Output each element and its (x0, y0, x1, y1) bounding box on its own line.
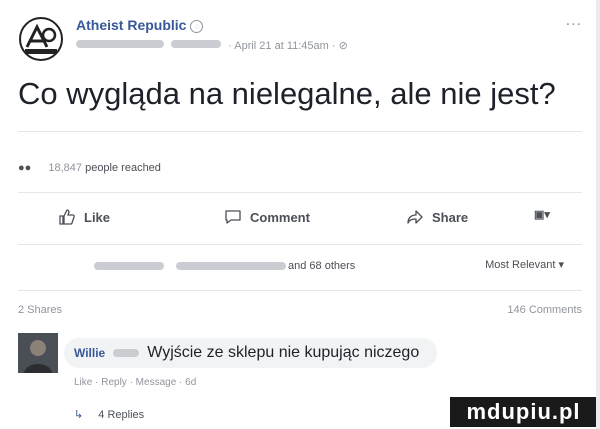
post-card: Atheist Republic ◌ · April 21 at 11:45am … (0, 0, 600, 429)
post-stats: 2 Shares 146 Comments (18, 304, 582, 316)
commenter-avatar[interactable] (18, 333, 58, 373)
reach-label: people reached (85, 162, 161, 174)
more-options-icon[interactable]: ... (566, 12, 582, 30)
privacy-icon: · ⊘ (331, 40, 348, 52)
comment: Willie Wyjście ze sklepu nie kupując nic… (18, 333, 578, 393)
redacted-text (113, 349, 140, 357)
sort-dropdown[interactable]: Most Relevant ▾ (485, 258, 564, 271)
divider (18, 290, 582, 291)
share-label: Share (432, 209, 469, 225)
profile-chooser-icon: ▣▾ (534, 209, 550, 221)
comment-text: Wyjście ze sklepu nie kupując niczego (147, 344, 420, 361)
post-meta: · April 21 at 11:45am · ⊘ (76, 39, 348, 52)
reply-arrow-icon: ↳ (74, 409, 84, 421)
reach-count[interactable]: 18,847 (48, 162, 82, 174)
redacted-text (76, 40, 164, 48)
page-avatar[interactable] (18, 16, 64, 62)
comment-author[interactable]: Willie (74, 346, 105, 360)
post-text: Co wygląda na nielegalne, ale nie jest? (18, 76, 556, 111)
comment-label: Comment (250, 209, 310, 225)
action-bar: Like Comment Share ▣▾ (18, 208, 582, 238)
redacted-text (94, 262, 164, 270)
atheist-logo-icon (19, 17, 63, 61)
divider (18, 192, 582, 193)
redacted-text (171, 40, 222, 48)
reach-row: ●● 18,847 people reached (18, 162, 161, 174)
divider (18, 131, 582, 132)
share-button[interactable]: Share (406, 208, 468, 226)
globe-icon: ◌ (190, 20, 204, 33)
like-label: Like (84, 209, 111, 225)
watermark: mdupiu.pl (450, 397, 597, 427)
page-name-link[interactable]: Atheist Republic ◌ (76, 17, 204, 33)
reactions-row: and 68 others Most Relevant ▾ (18, 258, 582, 278)
post-header: Atheist Republic ◌ · April 21 at 11:45am … (18, 12, 582, 64)
thumbs-up-icon (59, 209, 75, 225)
comments-count[interactable]: 146 Comments (507, 304, 582, 316)
person-photo-icon (18, 333, 58, 373)
replies-link[interactable]: ↳ 4 Replies (74, 408, 144, 421)
comment-bubble: Willie Wyjście ze sklepu nie kupując nic… (64, 338, 438, 368)
reactions-others[interactable]: and 68 others (288, 260, 355, 272)
speech-bubble-icon (225, 210, 241, 224)
redacted-text (176, 262, 286, 270)
like-button[interactable]: Like (58, 208, 110, 226)
reaction-selector[interactable]: ▣▾ (534, 208, 550, 221)
comment-button[interactable]: Comment (224, 208, 310, 226)
comment-actions[interactable]: Like · Reply · Message · 6d (74, 377, 196, 388)
post-timestamp[interactable]: April 21 at 11:45am (234, 40, 329, 52)
scroll-edge (596, 0, 600, 429)
share-arrow-icon (407, 210, 423, 224)
people-icon: ●● (18, 162, 32, 174)
divider (18, 244, 582, 245)
shares-count[interactable]: 2 Shares (18, 304, 62, 316)
